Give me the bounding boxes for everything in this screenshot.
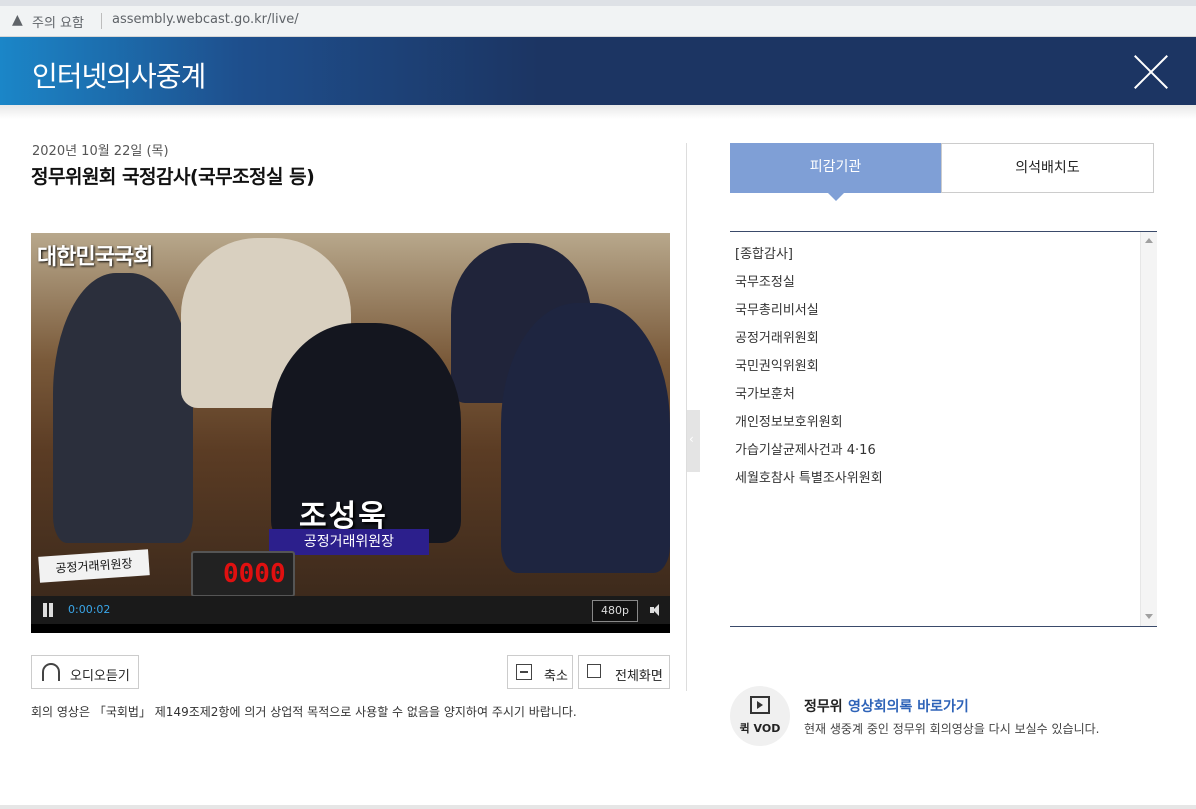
quick-vod-button[interactable]: 퀵 VOD — [730, 686, 790, 746]
url-separator — [101, 13, 102, 29]
page-header: 인터넷의사중계 — [0, 37, 1196, 105]
vod-committee-label: 정무위 — [804, 699, 843, 715]
video-frame[interactable]: 대한민국국회 조성욱 공정거래위원장 공정거래위원장 0000 — [31, 233, 670, 596]
page-title: 인터넷의사중계 — [32, 60, 206, 93]
agency-list: [종합감사] 국무조정실 국무총리비서실 공정거래위원회 국민권익위원회 국가보… — [730, 231, 1157, 627]
vod-description: 현재 생중계 중인 정무위 회의영상을 다시 보실수 있습니다. — [804, 722, 1100, 736]
list-item[interactable]: 공정거래위원회 — [735, 327, 819, 346]
desk-nameplate: 공정거래위원장 — [38, 549, 150, 583]
list-item[interactable]: 개인정보보호위원회 — [735, 411, 843, 430]
scroll-up-icon[interactable] — [1145, 238, 1153, 243]
scroll-down-icon[interactable] — [1145, 614, 1153, 619]
tab-seating-chart[interactable]: 의석배치도 — [941, 143, 1154, 193]
fullscreen-icon — [587, 660, 606, 678]
list-item[interactable]: 가습기살균제사건과 4·16 — [735, 439, 876, 458]
audio-listen-button[interactable]: 오디오듣기 — [31, 655, 139, 689]
audio-listen-label: 오디오듣기 — [70, 669, 130, 684]
browser-tab-strip — [0, 0, 1196, 6]
quality-button[interactable]: 480p — [592, 600, 638, 622]
tab-audited-agencies[interactable]: 피감기관 — [730, 143, 941, 201]
zoom-out-button[interactable]: 축소 — [507, 655, 573, 689]
fullscreen-button[interactable]: 전체화면 — [578, 655, 670, 689]
warning-icon[interactable]: ▲ — [12, 12, 23, 28]
person-figure — [53, 273, 193, 543]
minus-icon — [516, 664, 532, 680]
list-item[interactable]: 국가보훈처 — [735, 383, 795, 402]
tab-label: 피감기관 — [809, 159, 862, 175]
film-icon — [750, 696, 770, 714]
tab-pointer — [827, 192, 845, 201]
video-player[interactable]: 대한민국국회 조성욱 공정거래위원장 공정거래위원장 0000 0:00:02 … — [31, 233, 670, 633]
list-item[interactable]: [종합감사] — [735, 243, 793, 262]
list-item[interactable]: 세월호참사 특별조사위원회 — [735, 467, 883, 486]
pause-icon[interactable] — [41, 603, 55, 617]
player-controls: 0:00:02 480p — [31, 596, 670, 624]
speech-timer: 0000 — [191, 551, 295, 596]
list-item[interactable]: 국무조정실 — [735, 271, 795, 290]
url-text[interactable]: assembly.webcast.go.kr/live/ — [112, 12, 299, 27]
volume-icon[interactable] — [650, 604, 660, 616]
list-item[interactable]: 국민권익위원회 — [735, 355, 819, 374]
tab-label: 의석배치도 — [1015, 160, 1080, 176]
timer-digits: 0000 — [223, 559, 286, 589]
list-scrollbar[interactable] — [1140, 232, 1157, 626]
headset-icon — [42, 663, 60, 681]
security-status[interactable]: 주의 요함 — [32, 12, 84, 31]
current-time: 0:00:02 — [68, 603, 111, 616]
usage-notice: 회의 영상은 「국회법」 제149조제2항에 의거 상업적 목적으로 사용할 수… — [31, 705, 577, 719]
page-bottom-border — [0, 805, 1196, 809]
list-item[interactable]: 국무총리비서실 — [735, 299, 819, 318]
quick-vod-label: 퀵 VOD — [739, 722, 781, 735]
zoom-out-label: 축소 — [544, 669, 568, 684]
progress-bar[interactable] — [31, 624, 670, 633]
vod-minutes-link[interactable]: 영상회의록 바로가기 — [848, 696, 969, 716]
person-figure — [501, 303, 670, 573]
browser-address-bar: ▲ 주의 요함 assembly.webcast.go.kr/live/ — [0, 0, 1196, 37]
fullscreen-label: 전체화면 — [615, 669, 663, 684]
close-icon[interactable] — [1132, 53, 1170, 91]
header-shadow — [0, 105, 1196, 119]
session-date: 2020년 10월 22일 (목) — [32, 144, 169, 159]
broadcast-watermark: 대한민국국회 — [37, 245, 153, 270]
chevron-left-icon: ‹ — [689, 432, 694, 446]
panel-collapse-toggle[interactable]: ‹ — [687, 410, 700, 472]
session-title: 정무위원회 국정감사(국무조정실 등) — [31, 166, 315, 188]
